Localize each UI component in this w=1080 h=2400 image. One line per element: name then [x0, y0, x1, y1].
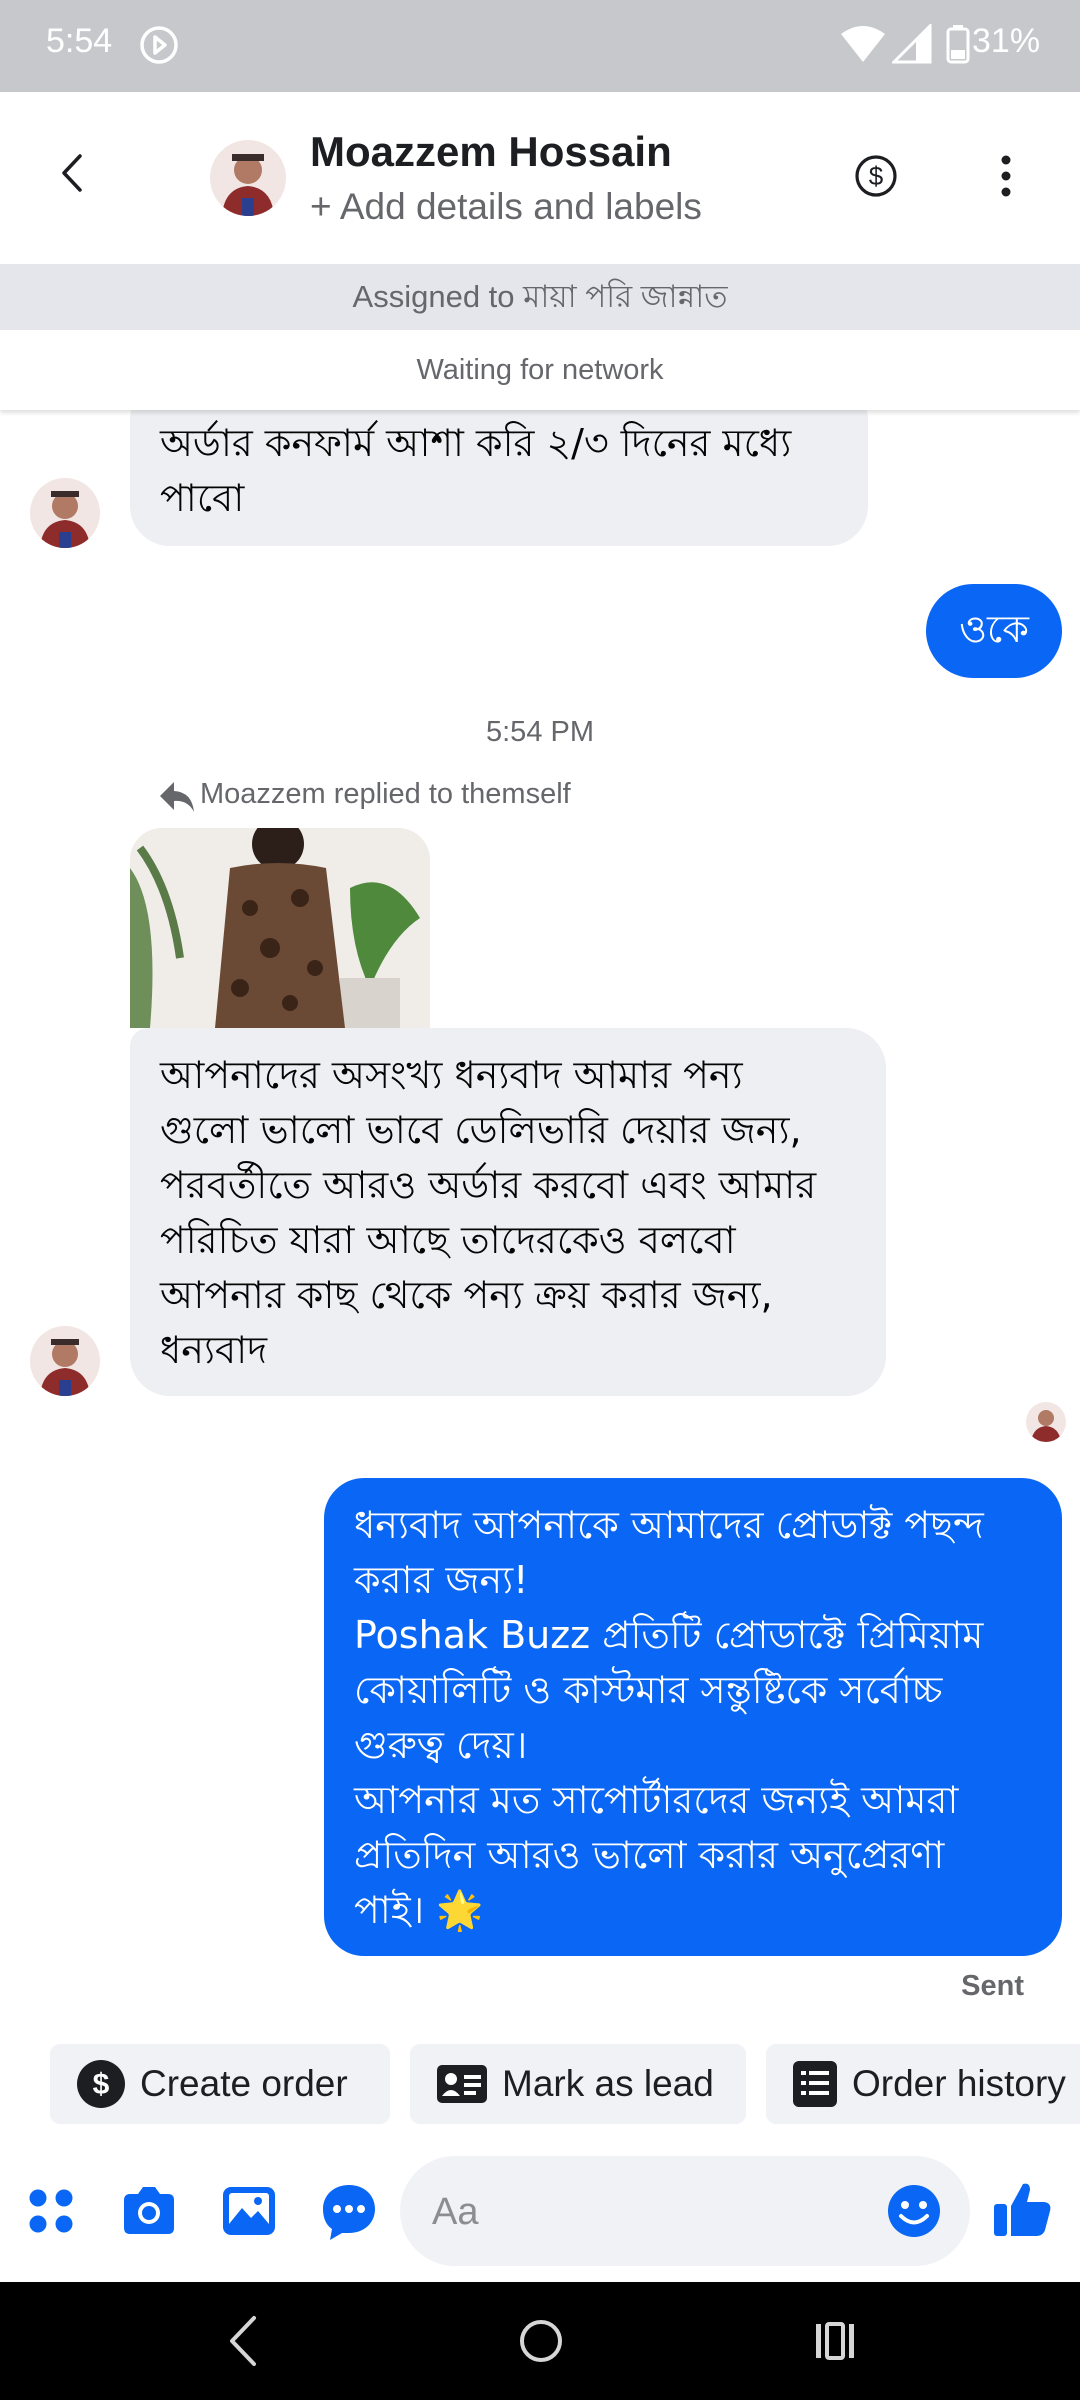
reply-arrow-icon [160, 782, 194, 812]
outgoing-message-bubble[interactable]: ওকে [926, 584, 1062, 678]
screen-record-icon [140, 26, 178, 64]
wifi-icon [841, 26, 885, 62]
message-composer [0, 2140, 1080, 2282]
nav-home-icon[interactable] [518, 2318, 564, 2364]
message-text: ধন্যবাদ আপনাকে আমাদের প্রোডাক্ট পছন্দ কর… [354, 1503, 984, 1932]
outgoing-message-bubble[interactable]: ধন্যবাদ আপনাকে আমাদের প্রোডাক্ট পছন্দ কর… [324, 1478, 1062, 1956]
contact-avatar[interactable] [210, 140, 286, 216]
reply-note: Moazzem replied to themself [200, 778, 571, 810]
create-order-label: Create order [140, 2063, 348, 2104]
replied-image-thumbnail[interactable] [130, 828, 430, 1028]
assigned-banner: Assigned to মায়া পরি জান্নাত [0, 264, 1080, 330]
nav-recents-icon[interactable] [812, 2320, 858, 2362]
conversation-header: Moazzem Hossain + Add details and labels… [0, 92, 1080, 264]
system-navigation-bar [0, 2282, 1080, 2400]
nav-back-icon[interactable] [226, 2314, 260, 2368]
emoji-icon[interactable] [886, 2183, 942, 2239]
incoming-message-bubble[interactable]: আপনাদের অসংখ্য ধন্যবাদ আমার পন্য গুলো ভা… [130, 1028, 886, 1396]
contact-card-icon [437, 2065, 487, 2103]
message-text: ওকে [959, 607, 1029, 651]
contact-name[interactable]: Moazzem Hossain [310, 128, 672, 176]
mark-as-lead-label: Mark as lead [502, 2063, 714, 2104]
order-history-label: Order history [852, 2063, 1066, 2104]
message-input[interactable] [430, 2156, 874, 2268]
sender-avatar[interactable] [30, 1326, 100, 1396]
order-history-button[interactable]: Order history [766, 2044, 1080, 2124]
create-order-button[interactable]: $ Create order [50, 2044, 390, 2124]
back-arrow-icon[interactable] [50, 150, 96, 196]
status-bar: 5:54 31% [0, 0, 1080, 92]
svg-text:$: $ [869, 161, 884, 191]
gallery-image-icon[interactable] [218, 2180, 280, 2242]
payment-dollar-icon[interactable]: $ [854, 154, 898, 198]
chat-bubble-icon[interactable] [318, 2180, 380, 2242]
apps-grid-icon[interactable] [20, 2180, 82, 2242]
more-options-icon[interactable] [994, 152, 1018, 200]
message-text: অর্ডার কনফার্ম আশা করি ২/৩ দিনের মধ্যে প… [160, 421, 792, 520]
network-status-banner: Waiting for network [0, 330, 1080, 410]
cellular-signal-icon [892, 24, 932, 64]
mark-as-lead-button[interactable]: Mark as lead [410, 2044, 746, 2124]
add-details-link[interactable]: + Add details and labels [310, 186, 702, 228]
seen-indicator-avatar [1026, 1402, 1066, 1442]
status-time: 5:54 [46, 22, 113, 60]
battery-percent: 31% [972, 22, 1041, 60]
camera-icon[interactable] [118, 2180, 180, 2242]
dollar-circle-icon: $ [77, 2060, 125, 2108]
message-timestamp: 5:54 PM [486, 716, 594, 748]
message-text: আপনাদের অসংখ্য ধন্যবাদ আমার পন্য গুলো ভা… [160, 1053, 817, 1372]
svg-text:$: $ [93, 2068, 110, 2101]
list-document-icon [793, 2061, 837, 2107]
sender-avatar[interactable] [30, 478, 100, 548]
battery-icon [946, 25, 970, 64]
message-input-container[interactable] [400, 2156, 970, 2268]
delivery-status: Sent [961, 1970, 1024, 2002]
thumbs-up-icon[interactable] [990, 2176, 1054, 2240]
